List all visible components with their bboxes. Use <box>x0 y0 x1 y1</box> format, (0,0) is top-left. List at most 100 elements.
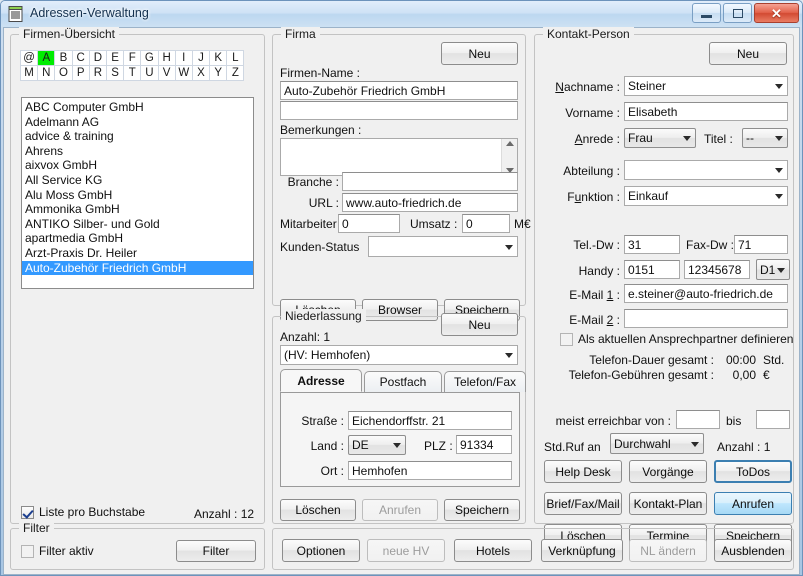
handy-number-input[interactable]: 12345678 <box>684 260 750 279</box>
ausblenden-button[interactable]: Ausblenden <box>714 539 792 562</box>
list-item[interactable]: advice & training <box>22 129 253 144</box>
filter-aktiv-checkbox[interactable]: Filter aktiv <box>21 544 94 558</box>
list-item[interactable]: Auto-Zubehör Friedrich GmbH <box>22 261 253 276</box>
list-item[interactable]: Ammonika GmbH <box>22 202 253 217</box>
close-button[interactable]: ✕ <box>754 3 799 23</box>
handy-prefix-input[interactable]: 0151 <box>624 260 680 279</box>
alphabet-cell-b[interactable]: B <box>54 50 72 66</box>
kunden-status-combo[interactable] <box>368 236 518 257</box>
nachname-combo[interactable]: Steiner <box>624 76 788 96</box>
scroll-up-icon[interactable] <box>506 141 514 146</box>
niederlassung-hv-combo[interactable]: (HV: Hemhofen) <box>280 345 518 365</box>
ansprechpartner-checkbox[interactable]: Als aktuellen Ansprechpartner definieren <box>560 332 793 346</box>
tab-adresse[interactable]: Adresse <box>280 369 362 392</box>
titel-label: Titel : <box>704 132 733 146</box>
alphabet-cell-z[interactable]: Z <box>226 65 244 81</box>
telefon-gebuehren-label: Telefon-Gebühren gesamt : <box>544 368 714 382</box>
alphabet-cell-f[interactable]: F <box>123 50 141 66</box>
list-item[interactable]: aixvox GmbH <box>22 158 253 173</box>
url-input[interactable]: www.auto-friedrich.de <box>342 193 518 212</box>
email2-input[interactable] <box>624 309 788 328</box>
alphabet-cell-v[interactable]: V <box>158 65 176 81</box>
bemerkungen-scrollbar[interactable] <box>501 139 517 175</box>
alphabet-cell-e[interactable]: E <box>106 50 124 66</box>
alphabet-cell-at[interactable]: @ <box>20 50 38 66</box>
alphabet-cell-j[interactable]: J <box>192 50 210 66</box>
alphabet-cell-w[interactable]: W <box>175 65 193 81</box>
vorname-input[interactable]: Elisabeth <box>624 102 788 121</box>
anrufen-button[interactable]: Anrufen <box>714 492 792 515</box>
anrede-combo[interactable]: Frau <box>624 128 696 148</box>
alphabet-cell-g[interactable]: G <box>140 50 158 66</box>
list-item[interactable]: Ahrens <box>22 144 253 159</box>
firma-neu-button[interactable]: Neu <box>441 42 518 65</box>
optionen-button[interactable]: Optionen <box>282 539 360 562</box>
alphabet-cell-y[interactable]: Y <box>209 65 227 81</box>
list-item[interactable]: All Service KG <box>22 173 253 188</box>
tel-dw-input[interactable]: 31 <box>624 235 680 254</box>
mitarbeiter-input[interactable]: 0 <box>338 214 400 233</box>
erreichbar-von-input[interactable] <box>676 410 720 429</box>
alphabet-cell-a[interactable]: A <box>37 50 55 66</box>
todos-button[interactable]: ToDos <box>714 460 792 483</box>
list-item[interactable]: apartmedia GmbH <box>22 231 253 246</box>
liste-pro-buchstabe-checkbox[interactable]: Liste pro Buchstabe <box>21 505 145 519</box>
firmenname2-input[interactable] <box>280 101 518 120</box>
hotels-button[interactable]: Hotels <box>454 539 532 562</box>
alphabet-cell-r[interactable]: R <box>89 65 107 81</box>
alphabet-cell-x[interactable]: X <box>192 65 210 81</box>
funktion-combo[interactable]: Einkauf <box>624 186 788 206</box>
niederlassung-loeschen-button[interactable]: Löschen <box>280 499 356 521</box>
list-item[interactable]: Adelmann AG <box>22 115 253 130</box>
verknuepfung-button[interactable]: Verknüpfung <box>541 539 623 562</box>
plz-input[interactable]: 91334 <box>456 435 512 454</box>
niederlassung-neu-button[interactable]: Neu <box>441 313 518 336</box>
alphabet-cell-u[interactable]: U <box>140 65 158 81</box>
alphabet-cell-m[interactable]: M <box>20 65 38 81</box>
list-item[interactable]: Arzt-Praxis Dr. Heiler <box>22 246 253 261</box>
alphabet-cell-s[interactable]: S <box>106 65 124 81</box>
alphabet-cell-h[interactable]: H <box>158 50 176 66</box>
alphabet-cell-p[interactable]: P <box>72 65 90 81</box>
alphabet-cell-o[interactable]: O <box>54 65 72 81</box>
email1-label: E-Mail 1 : <box>534 288 620 302</box>
alphabet-cell-k[interactable]: K <box>209 50 227 66</box>
stdruf-combo[interactable]: Durchwahl <box>610 433 704 454</box>
handy-net-combo[interactable]: D1 <box>756 259 790 280</box>
vorgaenge-button[interactable]: Vorgänge <box>629 460 707 483</box>
ort-input[interactable]: Hemhofen <box>348 461 512 480</box>
minimize-button[interactable] <box>692 3 721 23</box>
branche-input[interactable] <box>342 172 518 191</box>
titel-combo[interactable]: -- <box>742 128 788 148</box>
firmenname-input[interactable]: Auto-Zubehör Friedrich GmbH <box>280 81 518 100</box>
erreichbar-bis-input[interactable] <box>756 410 790 429</box>
company-listbox[interactable]: ABC Computer GmbHAdelmann AGadvice & tra… <box>21 97 254 289</box>
help-desk-button[interactable]: Help Desk <box>544 460 622 483</box>
maximize-button[interactable] <box>723 3 752 23</box>
land-combo[interactable]: DE <box>348 435 406 455</box>
filter-button[interactable]: Filter <box>176 540 256 562</box>
email1-input[interactable]: e.steiner@auto-friedrich.de <box>624 284 788 303</box>
alphabet-cell-n[interactable]: N <box>37 65 55 81</box>
list-item[interactable]: ABC Computer GmbH <box>22 100 253 115</box>
niederlassung-speichern-button[interactable]: Speichern <box>444 499 520 521</box>
telefon-dauer-unit: Std. <box>763 353 784 367</box>
list-item[interactable]: ANTIKO Silber- und Gold <box>22 217 253 232</box>
alphabet-cell-c[interactable]: C <box>72 50 90 66</box>
strasse-input[interactable]: Eichendorffstr. 21 <box>348 411 512 430</box>
alphabet-cell-t[interactable]: T <box>123 65 141 81</box>
umsatz-input[interactable]: 0 <box>462 214 510 233</box>
tab-telefonfax[interactable]: Telefon/Fax <box>444 371 526 392</box>
tab-postfach[interactable]: Postfach <box>364 371 442 392</box>
fax-dw-input[interactable]: 71 <box>734 235 788 254</box>
list-item[interactable]: Alu Moss GmbH <box>22 188 253 203</box>
bemerkungen-textarea[interactable] <box>280 138 518 176</box>
alphabet-cell-l[interactable]: L <box>226 50 244 66</box>
alphabet-cell-i[interactable]: I <box>175 50 193 66</box>
alphabet-cell-d[interactable]: D <box>89 50 107 66</box>
kontakt-plan-button[interactable]: Kontakt-Plan <box>629 492 707 515</box>
chevron-down-icon <box>775 194 783 199</box>
brief-fax-mail-button[interactable]: Brief/Fax/Mail <box>544 492 622 515</box>
kontakt-neu-button[interactable]: Neu <box>709 42 787 65</box>
abteilung-combo[interactable] <box>624 160 788 180</box>
